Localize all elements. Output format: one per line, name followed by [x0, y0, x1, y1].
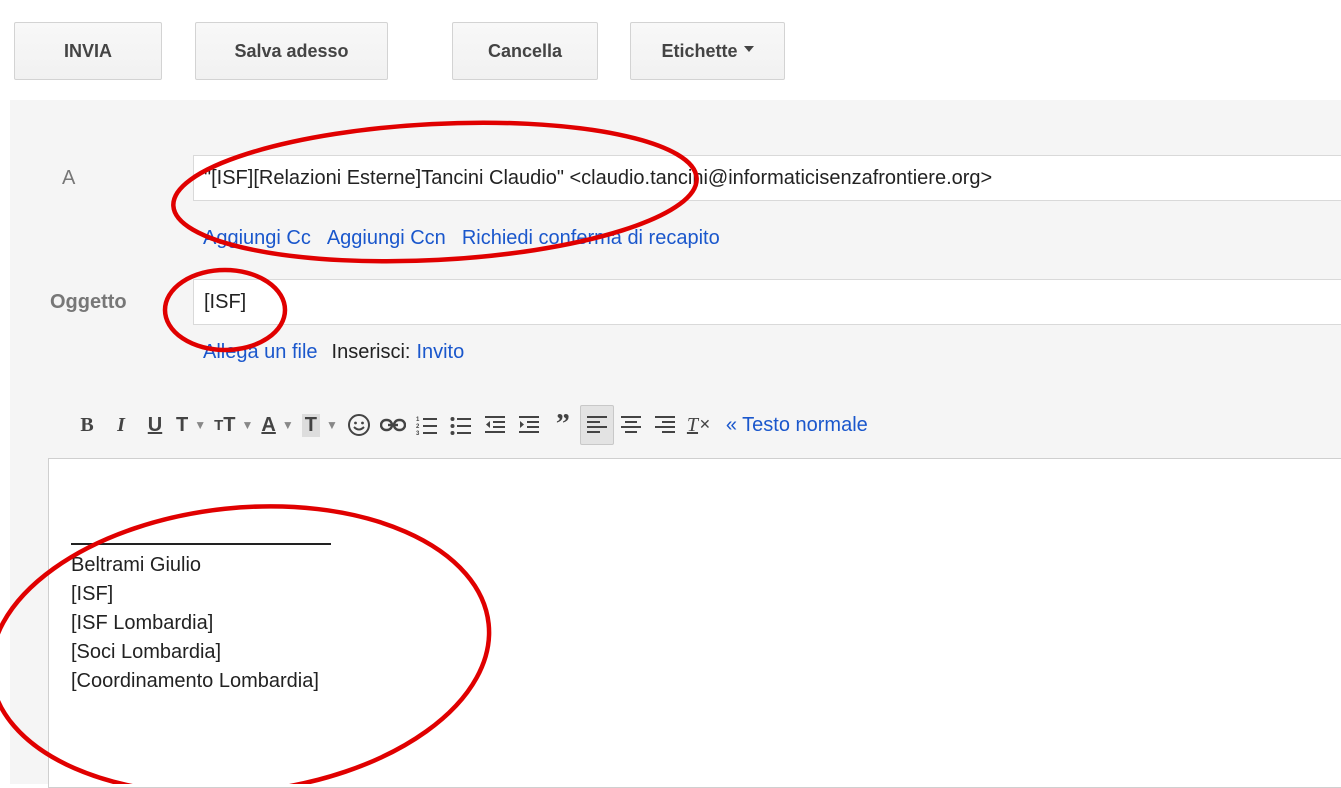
bold-icon[interactable]: B	[70, 405, 104, 445]
link-icon[interactable]	[376, 405, 410, 445]
bulleted-list-icon[interactable]	[444, 405, 478, 445]
align-left-icon[interactable]	[579, 405, 614, 445]
send-button[interactable]: INVIA	[14, 22, 162, 80]
font-size-icon[interactable]: T T ▼	[210, 405, 257, 445]
align-center-icon[interactable]	[614, 405, 648, 445]
indent-more-icon[interactable]	[512, 405, 546, 445]
insert-invite-link[interactable]: Invito	[416, 341, 464, 364]
signature-line: [Coordinamento Lombardia]	[71, 670, 319, 692]
svg-text:2: 2	[416, 424, 420, 430]
discard-button[interactable]: Cancella	[452, 22, 598, 80]
signature-separator	[71, 543, 331, 545]
align-right-icon[interactable]	[648, 405, 682, 445]
signature-block: Beltrami Giulio [ISF] [ISF Lombardia] [S…	[71, 551, 319, 696]
labels-dropdown-button[interactable]: Etichette	[630, 22, 785, 80]
labels-button-label: Etichette	[661, 40, 738, 61]
signature-line: Beltrami Giulio	[71, 554, 202, 576]
signature-line: [ISF Lombardia]	[71, 612, 214, 634]
formatting-toolbar: B I U T ▼ T T ▼ A ▼ T ▼ 123 ” T ✕ « Testo norm…	[70, 403, 868, 447]
chevron-down-icon	[743, 46, 754, 52]
underline-icon[interactable]: U	[138, 405, 172, 445]
italic-icon[interactable]: I	[104, 405, 138, 445]
font-icon[interactable]: T ▼	[172, 405, 210, 445]
emoji-icon[interactable]	[342, 405, 376, 445]
text-color-icon[interactable]: A ▼	[257, 405, 297, 445]
indent-less-icon[interactable]	[478, 405, 512, 445]
subject-field[interactable]: [ISF]	[193, 279, 1341, 325]
add-bcc-link[interactable]: Aggiungi Ccn	[327, 227, 446, 250]
attach-insert-row: Allega un file Inserisci: Invito	[203, 341, 464, 364]
signature-line: [ISF]	[71, 583, 114, 605]
save-now-button[interactable]: Salva adesso	[195, 22, 388, 80]
svg-text:1: 1	[416, 417, 420, 423]
insert-label: Inserisci:	[331, 341, 411, 363]
subject-label: Oggetto	[50, 291, 127, 313]
request-receipt-link[interactable]: Richiedi conferma di recapito	[462, 227, 720, 250]
numbered-list-icon[interactable]: 123	[410, 405, 444, 445]
action-toolbar: INVIA Salva adesso Cancella Etichette	[0, 0, 1341, 96]
highlight-icon[interactable]: T ▼	[298, 405, 342, 445]
to-label: A	[62, 167, 76, 189]
to-field[interactable]: "[ISF][Relazioni Esterne]Tancini Claudio…	[193, 155, 1341, 201]
signature-line: [Soci Lombardia]	[71, 641, 222, 663]
clear-formatting-icon[interactable]: T ✕	[682, 405, 716, 445]
plain-text-link[interactable]: « Testo normale	[726, 414, 868, 437]
svg-text:3: 3	[416, 431, 420, 436]
message-body-editor[interactable]: Beltrami Giulio [ISF] [ISF Lombardia] [S…	[48, 458, 1341, 788]
recipient-options: Aggiungi Cc Aggiungi Ccn Richiedi confer…	[203, 227, 720, 250]
quote-icon[interactable]: ”	[546, 405, 580, 445]
add-cc-link[interactable]: Aggiungi Cc	[203, 227, 311, 250]
attach-file-link[interactable]: Allega un file	[203, 341, 318, 364]
